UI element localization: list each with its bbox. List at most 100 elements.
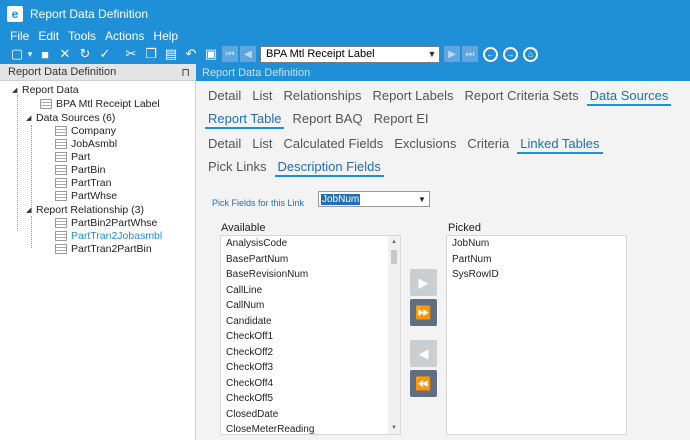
tree-node-report-data[interactable]: ◢ Report Data: [12, 84, 79, 96]
relationship-icon: [55, 218, 67, 228]
tree-node-partwhse[interactable]: PartWhse: [55, 190, 117, 202]
tab-report-labels[interactable]: Report Labels: [373, 88, 454, 106]
expand-triangle-icon[interactable]: ◢: [26, 114, 36, 122]
chevron-down-icon[interactable]: ▼: [415, 195, 429, 204]
back-icon[interactable]: ←: [483, 46, 498, 62]
list-item[interactable]: BaseRevisionNum: [221, 267, 400, 283]
tree-node-parttran[interactable]: PartTran: [55, 177, 111, 189]
table-icon: [55, 139, 67, 149]
tree-node-partbin[interactable]: PartBin: [55, 164, 105, 176]
toolbar: ▢ ▾ ■ ✕ ↻ ✓ ✂ ❐ ▤ ↶ ▣ ⏮ ◀ BPA Mtl Receip…: [0, 44, 690, 64]
menu-edit[interactable]: Edit: [38, 29, 59, 43]
tree-node-company[interactable]: Company: [55, 125, 116, 137]
list-item[interactable]: PartNum: [447, 252, 626, 268]
paste-icon[interactable]: ▤: [162, 45, 180, 63]
scroll-up-icon[interactable]: ▲: [388, 236, 400, 248]
tab-pick-links[interactable]: Pick Links: [208, 159, 267, 177]
tab-criteria[interactable]: Criteria: [467, 136, 509, 154]
tree-node-report-relationship[interactable]: ◢ Report Relationship (3): [26, 204, 144, 216]
tab-report-baq[interactable]: Report BAQ: [292, 111, 362, 129]
attachment-icon[interactable]: ▣: [202, 45, 220, 63]
tree-node-report[interactable]: BPA Mtl Receipt Label: [40, 98, 160, 110]
list-item[interactable]: CallNum: [221, 298, 400, 314]
main-panel-title: Report Data Definition: [202, 66, 311, 79]
pick-fields-label: Pick Fields for this Link: [212, 198, 305, 208]
tab-table-list[interactable]: List: [252, 136, 272, 154]
tab-exclusions[interactable]: Exclusions: [394, 136, 456, 154]
forward-icon[interactable]: →: [503, 46, 518, 62]
list-item[interactable]: CheckOff2: [221, 345, 400, 361]
delete-icon[interactable]: ✕: [56, 45, 74, 63]
list-item[interactable]: CheckOff1: [221, 329, 400, 345]
undo-icon[interactable]: ↶: [182, 45, 200, 63]
add-all-fields-button[interactable]: ⏩: [410, 299, 437, 326]
clear-icon[interactable]: ✓: [96, 45, 114, 63]
list-item[interactable]: Candidate: [221, 314, 400, 330]
list-item[interactable]: CallLine: [221, 283, 400, 299]
available-title: Available: [221, 222, 266, 234]
cut-icon[interactable]: ✂: [122, 45, 140, 63]
tree-node-partbin2partwhse[interactable]: PartBin2PartWhse: [55, 217, 157, 229]
list-item[interactable]: BasePartNum: [221, 252, 400, 268]
available-scrollbar[interactable]: ▲ ▼: [388, 236, 400, 434]
list-item[interactable]: CheckOff3: [221, 360, 400, 376]
save-icon[interactable]: ■: [36, 45, 54, 63]
last-record-icon[interactable]: ⏭: [462, 46, 478, 62]
table-icon: [55, 165, 67, 175]
tree-panel: ◢ Report Data BPA Mtl Receipt Label ◢ Da…: [0, 81, 196, 440]
picked-list[interactable]: JobNum PartNum SysRowID: [446, 235, 627, 435]
tree-node-part[interactable]: Part: [55, 151, 90, 163]
chevron-down-icon[interactable]: ▼: [425, 49, 439, 59]
tree-node-data-sources[interactable]: ◢ Data Sources (6): [26, 112, 115, 124]
remove-all-fields-button[interactable]: ⏪: [410, 370, 437, 397]
tabs-level1-row2: Report Table Report BAQ Report EI: [204, 111, 440, 129]
record-selector[interactable]: BPA Mtl Receipt Label ▼: [260, 45, 440, 63]
menu-actions[interactable]: Actions: [105, 29, 144, 43]
tree-node-parttran2partbin[interactable]: PartTran2PartBin: [55, 243, 152, 255]
list-item[interactable]: CheckOff4: [221, 376, 400, 392]
tab-report-ei[interactable]: Report EI: [374, 111, 429, 129]
list-item[interactable]: CloseMeterReading: [221, 422, 400, 434]
available-list[interactable]: AnalysisCode BasePartNum BaseRevisionNum…: [220, 235, 401, 435]
previous-record-icon[interactable]: ◀: [240, 46, 256, 62]
tab-relationships[interactable]: Relationships: [283, 88, 361, 106]
list-item[interactable]: SysRowID: [447, 267, 626, 283]
picked-title: Picked: [448, 222, 482, 234]
tab-description-fields[interactable]: Description Fields: [274, 159, 385, 177]
tab-report-criteria-sets[interactable]: Report Criteria Sets: [464, 88, 578, 106]
pin-icon[interactable]: ⊓: [181, 66, 190, 79]
new-dropdown-icon[interactable]: ▾: [26, 45, 34, 63]
list-item[interactable]: JobNum: [447, 236, 626, 252]
menu-tools[interactable]: Tools: [68, 29, 96, 43]
menu-file[interactable]: File: [10, 29, 29, 43]
new-icon[interactable]: ▢: [8, 45, 26, 63]
tree-node-parttran2jobasmbl[interactable]: PartTran2Jobasmbl: [55, 230, 162, 242]
tab-data-sources[interactable]: Data Sources: [586, 88, 672, 106]
tab-report-table[interactable]: Report Table: [204, 111, 285, 129]
relationship-icon: [55, 231, 67, 241]
first-record-icon[interactable]: ⏮: [222, 46, 238, 62]
list-item[interactable]: CheckOff5: [221, 391, 400, 407]
expand-triangle-icon[interactable]: ◢: [26, 206, 36, 214]
menu-help[interactable]: Help: [153, 29, 178, 43]
tab-detail[interactable]: Detail: [208, 88, 241, 106]
home-icon[interactable]: ⌂: [523, 46, 538, 62]
list-item[interactable]: AnalysisCode: [221, 236, 400, 252]
next-record-icon[interactable]: ▶: [444, 46, 460, 62]
record-selector-value: BPA Mtl Receipt Label: [266, 48, 375, 60]
tree-node-jobasmbl[interactable]: JobAsmbl: [55, 138, 117, 150]
tab-linked-tables[interactable]: Linked Tables: [517, 136, 603, 154]
refresh-icon[interactable]: ↻: [76, 45, 94, 63]
tree-panel-header: Report Data Definition ⊓: [0, 64, 196, 81]
scroll-thumb[interactable]: [391, 250, 397, 264]
remove-field-button[interactable]: ◀: [410, 340, 437, 367]
scroll-down-icon[interactable]: ▼: [388, 422, 400, 434]
list-item[interactable]: ClosedDate: [221, 407, 400, 423]
copy-icon[interactable]: ❐: [142, 45, 160, 63]
pick-fields-combo[interactable]: JobNum ▼: [318, 191, 430, 207]
tab-list[interactable]: List: [252, 88, 272, 106]
tab-calculated-fields[interactable]: Calculated Fields: [283, 136, 383, 154]
tab-table-detail[interactable]: Detail: [208, 136, 241, 154]
add-field-button[interactable]: ▶: [410, 269, 437, 296]
expand-triangle-icon[interactable]: ◢: [12, 86, 22, 94]
